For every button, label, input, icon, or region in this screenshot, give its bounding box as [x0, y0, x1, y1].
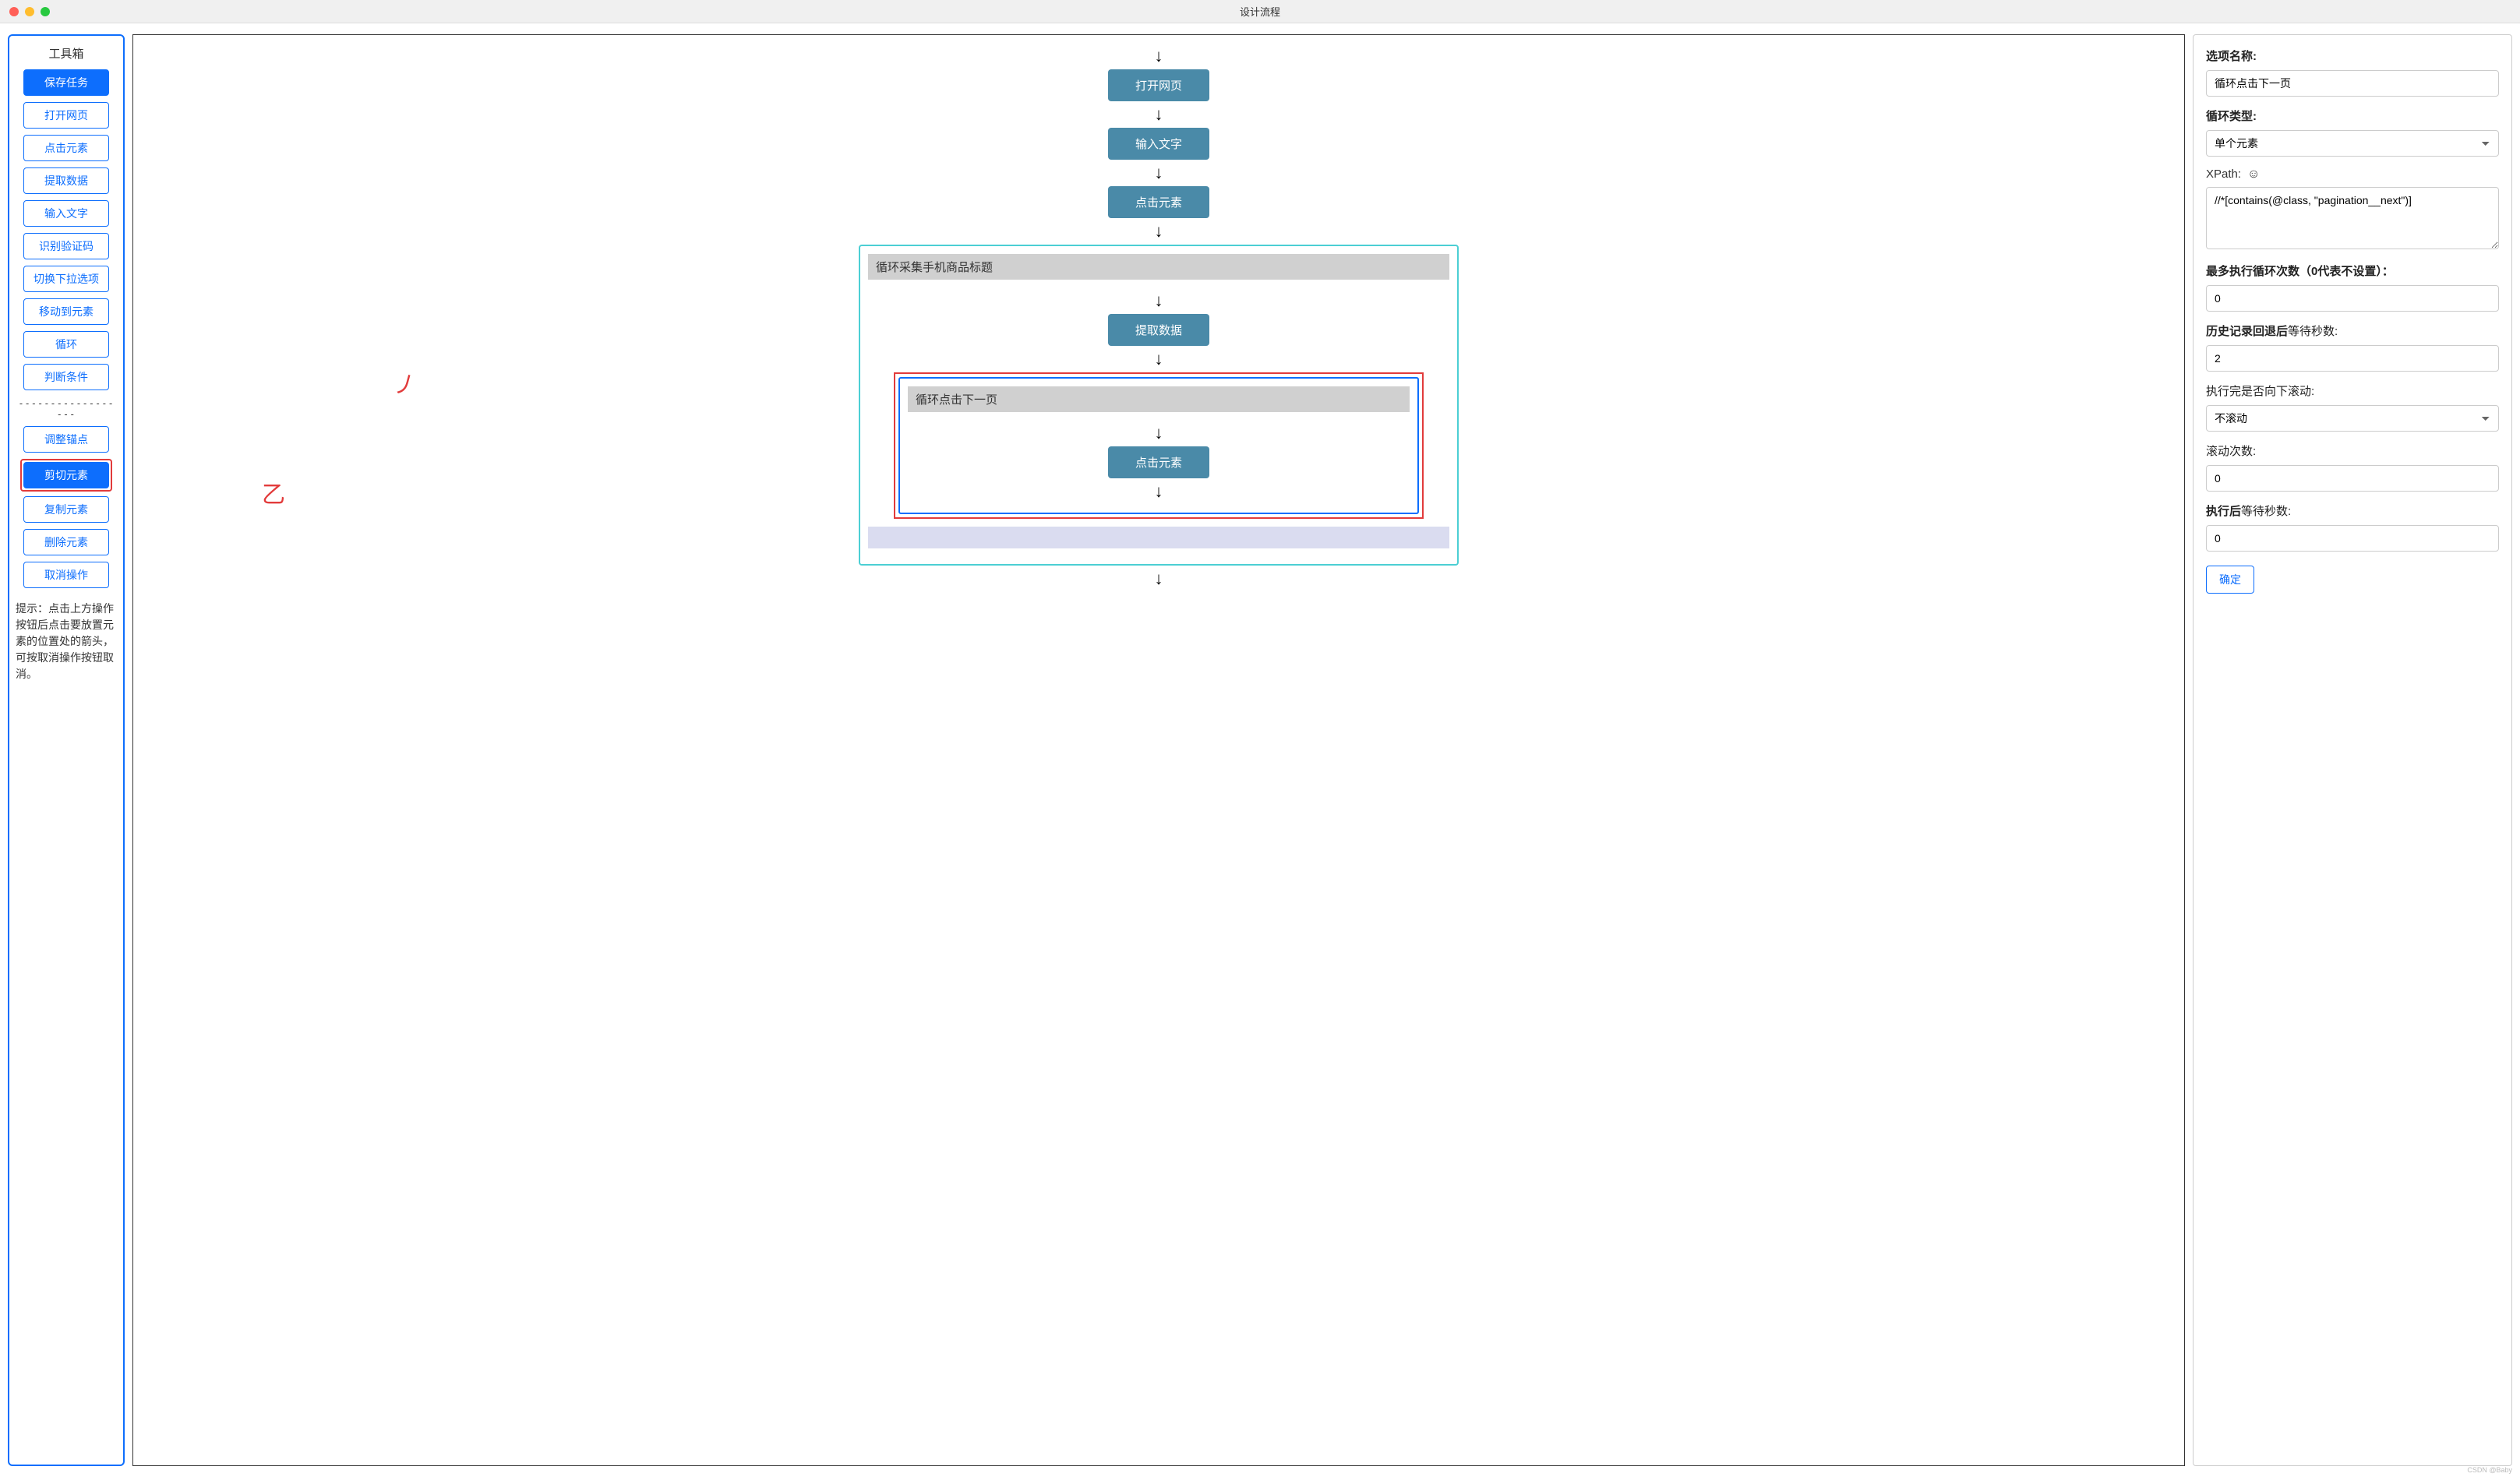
properties-panel: 选项名称: 循环类型: 单个元素 XPath: ☺ 最多执行循环次数（0代表不设…	[2193, 34, 2512, 1466]
tool-copy-element[interactable]: 复制元素	[23, 496, 109, 523]
tool-save-task[interactable]: 保存任务	[23, 69, 109, 96]
arrow-icon[interactable]: ↓	[1155, 346, 1163, 372]
node-open-page[interactable]: 打开网页	[1108, 69, 1209, 101]
tool-cut-element[interactable]: 剪切元素	[23, 462, 109, 488]
arrow-icon[interactable]: ↓	[1155, 160, 1163, 186]
tool-switch-dropdown[interactable]: 切换下拉选项	[23, 266, 109, 292]
label-loop-type: 循环类型:	[2206, 108, 2499, 124]
tool-loop[interactable]: 循环	[23, 331, 109, 358]
tool-click-element[interactable]: 点击元素	[23, 135, 109, 161]
minimize-icon[interactable]	[25, 7, 34, 16]
tool-delete-element[interactable]: 删除元素	[23, 529, 109, 555]
toolbox-hint: 提示：点击上方操作按钮后点击要放置元素的位置处的箭头，可按取消操作按钮取消。	[16, 601, 117, 682]
select-scroll-after[interactable]: 不滚动	[2206, 405, 2499, 432]
input-scroll-count[interactable]	[2206, 465, 2499, 492]
app-window: 设计流程 工具箱 保存任务 打开网页 点击元素 提取数据 输入文字 识别验证码 …	[0, 0, 2520, 1477]
arrow-icon[interactable]: ↓	[1155, 420, 1163, 446]
label-scroll-count: 滚动次数:	[2206, 442, 2499, 459]
node-extract-data[interactable]: 提取数据	[1108, 314, 1209, 346]
tool-input-text[interactable]: 输入文字	[23, 200, 109, 227]
input-max-loop[interactable]	[2206, 285, 2499, 312]
tool-open-page[interactable]: 打开网页	[23, 102, 109, 129]
node-click-element[interactable]: 点击元素	[1108, 186, 1209, 218]
select-loop-type[interactable]: 单个元素	[2206, 130, 2499, 157]
smile-icon[interactable]: ☺	[2247, 168, 2260, 181]
node-click-element-inner[interactable]: 点击元素	[1108, 446, 1209, 478]
highlight-box: 剪切元素	[20, 459, 112, 492]
close-icon[interactable]	[9, 7, 19, 16]
tool-move-to-element[interactable]: 移动到元素	[23, 298, 109, 325]
titlebar: 设计流程	[0, 0, 2520, 23]
input-exec-wait[interactable]	[2206, 525, 2499, 552]
outer-loop-box[interactable]: 循环采集手机商品标题 ↓ 提取数据 ↓ 循环点击下一页 ↓ 点击元素 ↓	[859, 245, 1459, 566]
arrow-icon[interactable]: ↓	[1155, 101, 1163, 128]
arrow-icon[interactable]: ↓	[1155, 478, 1163, 505]
inner-loop-title[interactable]: 循环点击下一页	[908, 386, 1410, 412]
content-area: 工具箱 保存任务 打开网页 点击元素 提取数据 输入文字 识别验证码 切换下拉选…	[0, 23, 2520, 1477]
toolbox-panel: 工具箱 保存任务 打开网页 点击元素 提取数据 输入文字 识别验证码 切换下拉选…	[8, 34, 125, 1466]
inner-loop-highlight: 循环点击下一页 ↓ 点击元素 ↓	[894, 372, 1424, 519]
tool-adjust-anchor[interactable]: 调整锚点	[23, 426, 109, 453]
traffic-lights	[9, 7, 50, 16]
textarea-xpath[interactable]	[2206, 187, 2499, 249]
tool-cancel-operation[interactable]: 取消操作	[23, 562, 109, 588]
label-xpath-row: XPath: ☺	[2206, 167, 2499, 181]
label-xpath: XPath:	[2206, 167, 2241, 181]
label-history-wait: 历史记录回退后等待秒数:	[2206, 323, 2499, 339]
flow-container: ↓ 打开网页 ↓ 输入文字 ↓ 点击元素 ↓ 循环采集手机商品标题 ↓ 提取数据…	[133, 35, 2184, 600]
input-option-name[interactable]	[2206, 70, 2499, 97]
arrow-icon[interactable]: ↓	[1155, 218, 1163, 245]
watermark: CSDN @Baby	[2467, 1466, 2512, 1474]
maximize-icon[interactable]	[41, 7, 50, 16]
window-title: 设计流程	[1240, 4, 1280, 19]
tool-extract-data[interactable]: 提取数据	[23, 167, 109, 194]
outer-loop-title[interactable]: 循环采集手机商品标题	[868, 254, 1449, 280]
inner-loop-box[interactable]: 循环点击下一页 ↓ 点击元素 ↓	[898, 377, 1419, 514]
toolbox-title: 工具箱	[48, 45, 83, 62]
label-scroll-after: 执行完是否向下滚动:	[2206, 382, 2499, 399]
input-history-wait[interactable]	[2206, 345, 2499, 372]
flow-canvas[interactable]: 丿 乙 ↓ 打开网页 ↓ 输入文字 ↓ 点击元素 ↓ 循环采集手机商品标题 ↓ …	[132, 34, 2185, 1466]
node-input-text[interactable]: 输入文字	[1108, 128, 1209, 160]
tool-condition[interactable]: 判断条件	[23, 364, 109, 390]
confirm-button[interactable]: 确定	[2206, 566, 2254, 594]
label-exec-wait: 执行后等待秒数:	[2206, 502, 2499, 519]
tool-captcha[interactable]: 识别验证码	[23, 233, 109, 259]
toolbox-divider: ------------------	[16, 398, 117, 420]
arrow-icon[interactable]: ↓	[1155, 43, 1163, 69]
label-max-loop: 最多执行循环次数（0代表不设置）：	[2206, 263, 2499, 279]
arrow-icon[interactable]: ↓	[1155, 566, 1163, 592]
label-option-name: 选项名称:	[2206, 48, 2499, 64]
drop-target-bar[interactable]	[868, 527, 1449, 548]
arrow-icon[interactable]: ↓	[1155, 287, 1163, 314]
